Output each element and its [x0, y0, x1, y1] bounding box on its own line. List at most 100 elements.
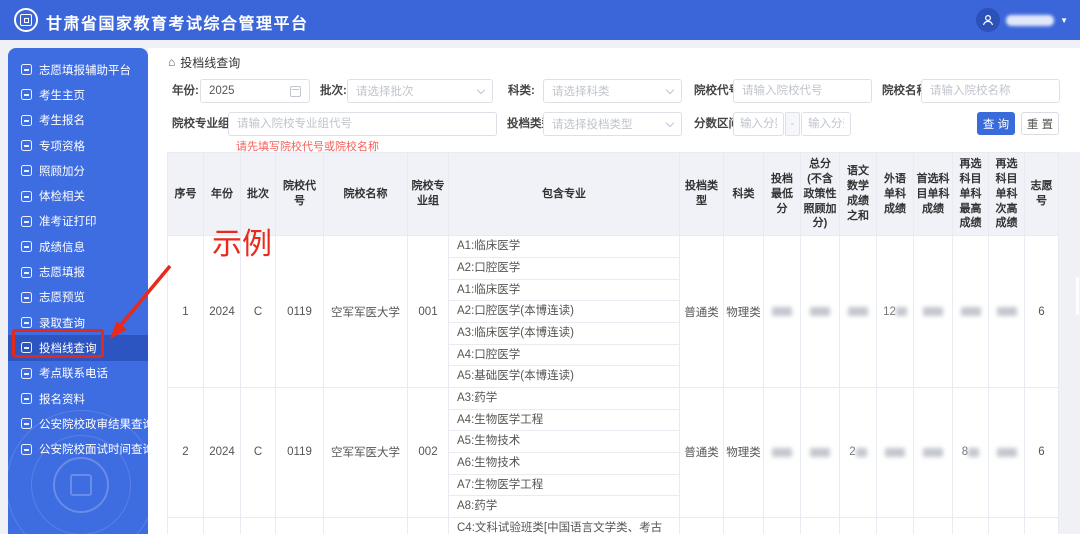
- sidebar-item-label: 录取查询: [39, 317, 85, 330]
- sidebar-item-label: 准考证打印: [39, 216, 97, 229]
- year-label: 年份:: [172, 85, 199, 97]
- year-field[interactable]: 2025: [200, 79, 310, 103]
- batch-placeholder: 请选择批次: [356, 86, 414, 98]
- sidebar-item-application-preview[interactable]: 志愿预览: [8, 285, 148, 310]
- sidebar-item-police-interview-time[interactable]: 公安院校面试时间查询: [8, 436, 148, 461]
- sidebar-item-application-fill[interactable]: 志愿填报: [8, 259, 148, 284]
- user-menu[interactable]: ▼: [976, 8, 1068, 32]
- exam-site-phone-icon: [21, 367, 32, 379]
- sidebar-item-special-qualification[interactable]: 专项资格: [8, 133, 148, 158]
- registration-materials-icon: [21, 393, 32, 404]
- cutoff-line-query-icon: [21, 342, 32, 354]
- score-cell: [913, 386, 953, 518]
- score-cell: 2: [839, 386, 877, 518]
- redacted-score: [960, 307, 981, 317]
- user-avatar-icon[interactable]: [976, 8, 1001, 32]
- score-cell: [988, 235, 1025, 388]
- type-select[interactable]: 请选择投档类型: [543, 112, 682, 136]
- college-code-input[interactable]: [733, 79, 872, 103]
- major-cell: A5:生物技术: [448, 430, 680, 453]
- major-cell: A3:药学: [448, 386, 680, 410]
- sidebar-item-registration-materials[interactable]: 报名资料: [8, 386, 148, 411]
- table-row: 2 2024 C 0119 空军军医大学 002 A3:药学 普通类 物理类 2 8 6: [167, 386, 1059, 518]
- sidebar-item-assist-platform[interactable]: 志愿填报辅助平台: [8, 57, 148, 82]
- college-name-input[interactable]: [921, 79, 1060, 103]
- platform-logo-icon: [14, 8, 38, 32]
- column-header: 科类: [723, 151, 764, 237]
- score-cell: [800, 386, 840, 518]
- chevron-down-icon: [476, 85, 486, 94]
- table-cell: 普通类: [679, 386, 724, 518]
- column-header: 语文数学成绩之和: [839, 151, 877, 237]
- column-header: 包含专业: [448, 151, 680, 237]
- table-cell: [323, 516, 408, 534]
- score-max-input[interactable]: [801, 112, 851, 136]
- major-cell: A6:生物技术: [448, 451, 680, 475]
- admission-ticket-print-icon: [21, 215, 32, 227]
- chevron-down-icon: [665, 118, 675, 127]
- table-cell: 2024: [203, 386, 241, 518]
- column-header: 再选科目单科最高成绩: [952, 151, 989, 237]
- sidebar-item-cutoff-line-query[interactable]: 投档线查询: [8, 335, 148, 361]
- major-cell: A3:临床医学(本博连读): [448, 321, 680, 345]
- redacted-score: [772, 307, 792, 317]
- chevron-down-icon[interactable]: ▼: [1060, 16, 1068, 25]
- sidebar-item-candidate-register[interactable]: 考生报名: [8, 108, 148, 133]
- sidebar-item-physical-exam[interactable]: 体检相关: [8, 183, 148, 208]
- column-header: 总分(不含政策性照顾加分): [800, 151, 840, 237]
- table-cell: 001: [407, 235, 449, 388]
- table-cell: 002: [407, 386, 449, 518]
- score-cell: [763, 386, 801, 518]
- batch-select[interactable]: 请选择批次: [347, 79, 493, 103]
- score-info-icon: [21, 241, 32, 253]
- table-cell: [275, 516, 324, 534]
- subject-placeholder: 请选择科类: [552, 86, 610, 98]
- table-cell: 空军军医大学: [323, 386, 408, 518]
- score-cell: [800, 235, 840, 388]
- special-qualification-icon: [21, 140, 32, 152]
- score-cell: [800, 516, 840, 534]
- column-header: 院校专业组: [407, 151, 449, 237]
- column-header: 投档最低分: [763, 151, 801, 237]
- sidebar-scrollbar[interactable]: [1076, 277, 1079, 315]
- sidebar-item-candidate-home[interactable]: 考生主页: [8, 82, 148, 107]
- chevron-down-icon: [665, 85, 675, 94]
- results-table-wrap: 序号 年份 批次 院校代号 院校名称 院校专业组 包含专业 投档类型 科类 投档最低分 总分(不含政…: [167, 151, 1059, 534]
- column-header: 志愿号: [1024, 151, 1059, 237]
- column-header: 外语单科成绩: [876, 151, 914, 237]
- subject-select[interactable]: 请选择科类: [543, 79, 682, 103]
- subject-label: 科类:: [508, 85, 535, 97]
- police-review-result-icon: [21, 418, 32, 430]
- breadcrumb-label: 投档线查询: [180, 55, 241, 70]
- major-cell: A2:口腔医学(本博连读): [448, 300, 680, 323]
- sidebar-item-admission-ticket-print[interactable]: 准考证打印: [8, 209, 148, 234]
- candidate-register-icon: [21, 114, 32, 126]
- table-cell: 普通类: [679, 235, 724, 388]
- score-cell: [988, 386, 1025, 518]
- score-min-input[interactable]: [733, 112, 784, 136]
- sidebar-item-exam-site-phone[interactable]: 考点联系电话: [8, 361, 148, 386]
- physical-exam-icon: [21, 190, 32, 202]
- table-cell: 物理类: [723, 386, 764, 518]
- table-cell: C: [240, 235, 276, 388]
- sidebar-item-bonus-points[interactable]: 照顾加分: [8, 158, 148, 183]
- table-cell: [723, 516, 764, 534]
- sidebar-item-score-info[interactable]: 成绩信息: [8, 234, 148, 259]
- column-header: 首选科目单科成绩: [913, 151, 953, 237]
- sidebar-nav: 志愿填报辅助平台 考生主页 考生报名 专项资格 照顾加分 体检相关准考证打印成绩信息志愿填…: [8, 48, 148, 462]
- score-cell: [952, 235, 989, 388]
- group-code-input[interactable]: [228, 112, 497, 136]
- table-cell: [1024, 516, 1059, 534]
- table-header-row: 序号 年份 批次 院校代号 院校名称 院校专业组 包含专业 投档类型 科类 投档最低分 总分(不含政…: [167, 151, 1059, 237]
- score-range-separator: -: [785, 112, 800, 136]
- user-name-redacted: [1006, 14, 1055, 26]
- redacted-score: [810, 307, 830, 317]
- reset-button[interactable]: 重 置: [1021, 112, 1059, 135]
- query-button[interactable]: 查 询: [977, 112, 1015, 135]
- table-cell: 0119: [275, 235, 324, 388]
- sidebar-item-label: 成绩信息: [39, 241, 85, 254]
- sidebar-item-admission-query[interactable]: 录取查询: [8, 310, 148, 335]
- sidebar-item-police-review-result[interactable]: 公安院校政审结果查询: [8, 411, 148, 436]
- column-header: 院校代号: [275, 151, 324, 237]
- major-cell: A8:药学: [448, 495, 680, 518]
